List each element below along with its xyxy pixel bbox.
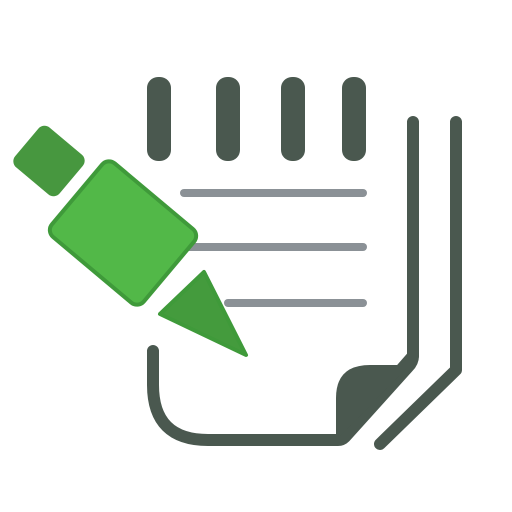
pencil-icon [13, 125, 248, 357]
binding-rings-icon [147, 77, 366, 161]
notepad-app-icon [0, 0, 512, 512]
binding-ring-icon [147, 77, 171, 161]
binding-ring-icon [342, 77, 366, 161]
pencil-tip-icon [158, 270, 248, 357]
binding-ring-icon [216, 77, 240, 161]
notepad-with-pencil-icon [13, 77, 462, 450]
binding-ring-icon [281, 77, 305, 161]
pencil-eraser-icon [13, 125, 85, 197]
